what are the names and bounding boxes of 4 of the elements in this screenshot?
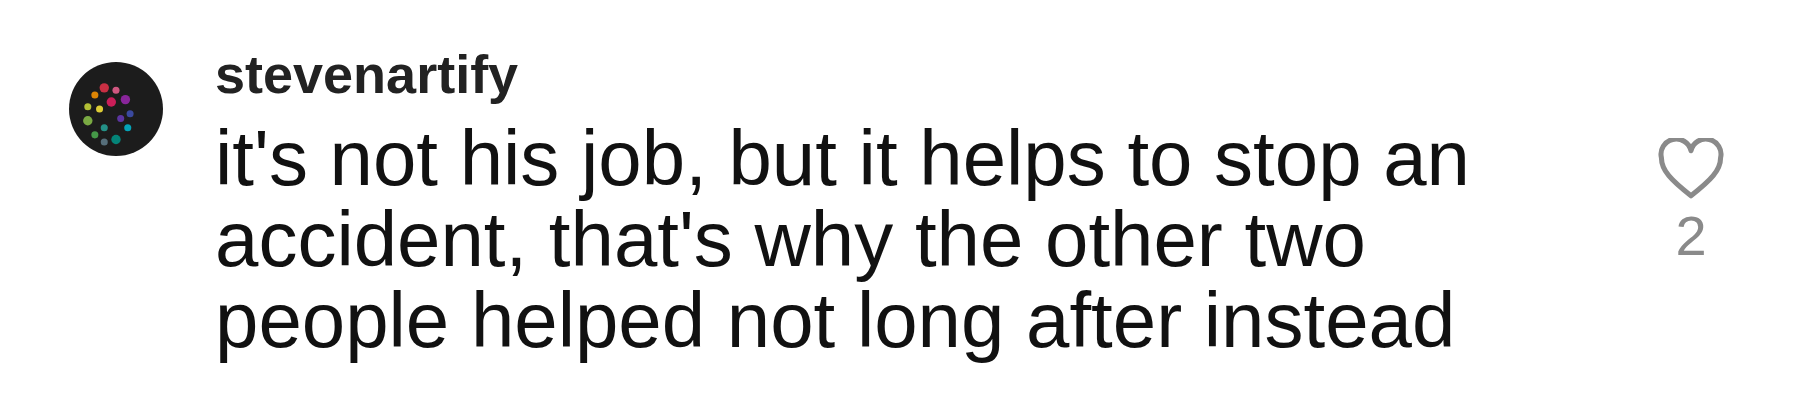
username[interactable]: stevenartify xyxy=(215,44,1545,104)
heart-icon[interactable] xyxy=(1656,138,1726,200)
comment-text: it's not his job, but it helps to stop an accident, that's why the other two people helped not long after instead xyxy=(215,118,1471,361)
like-count: 2 xyxy=(1675,204,1707,268)
